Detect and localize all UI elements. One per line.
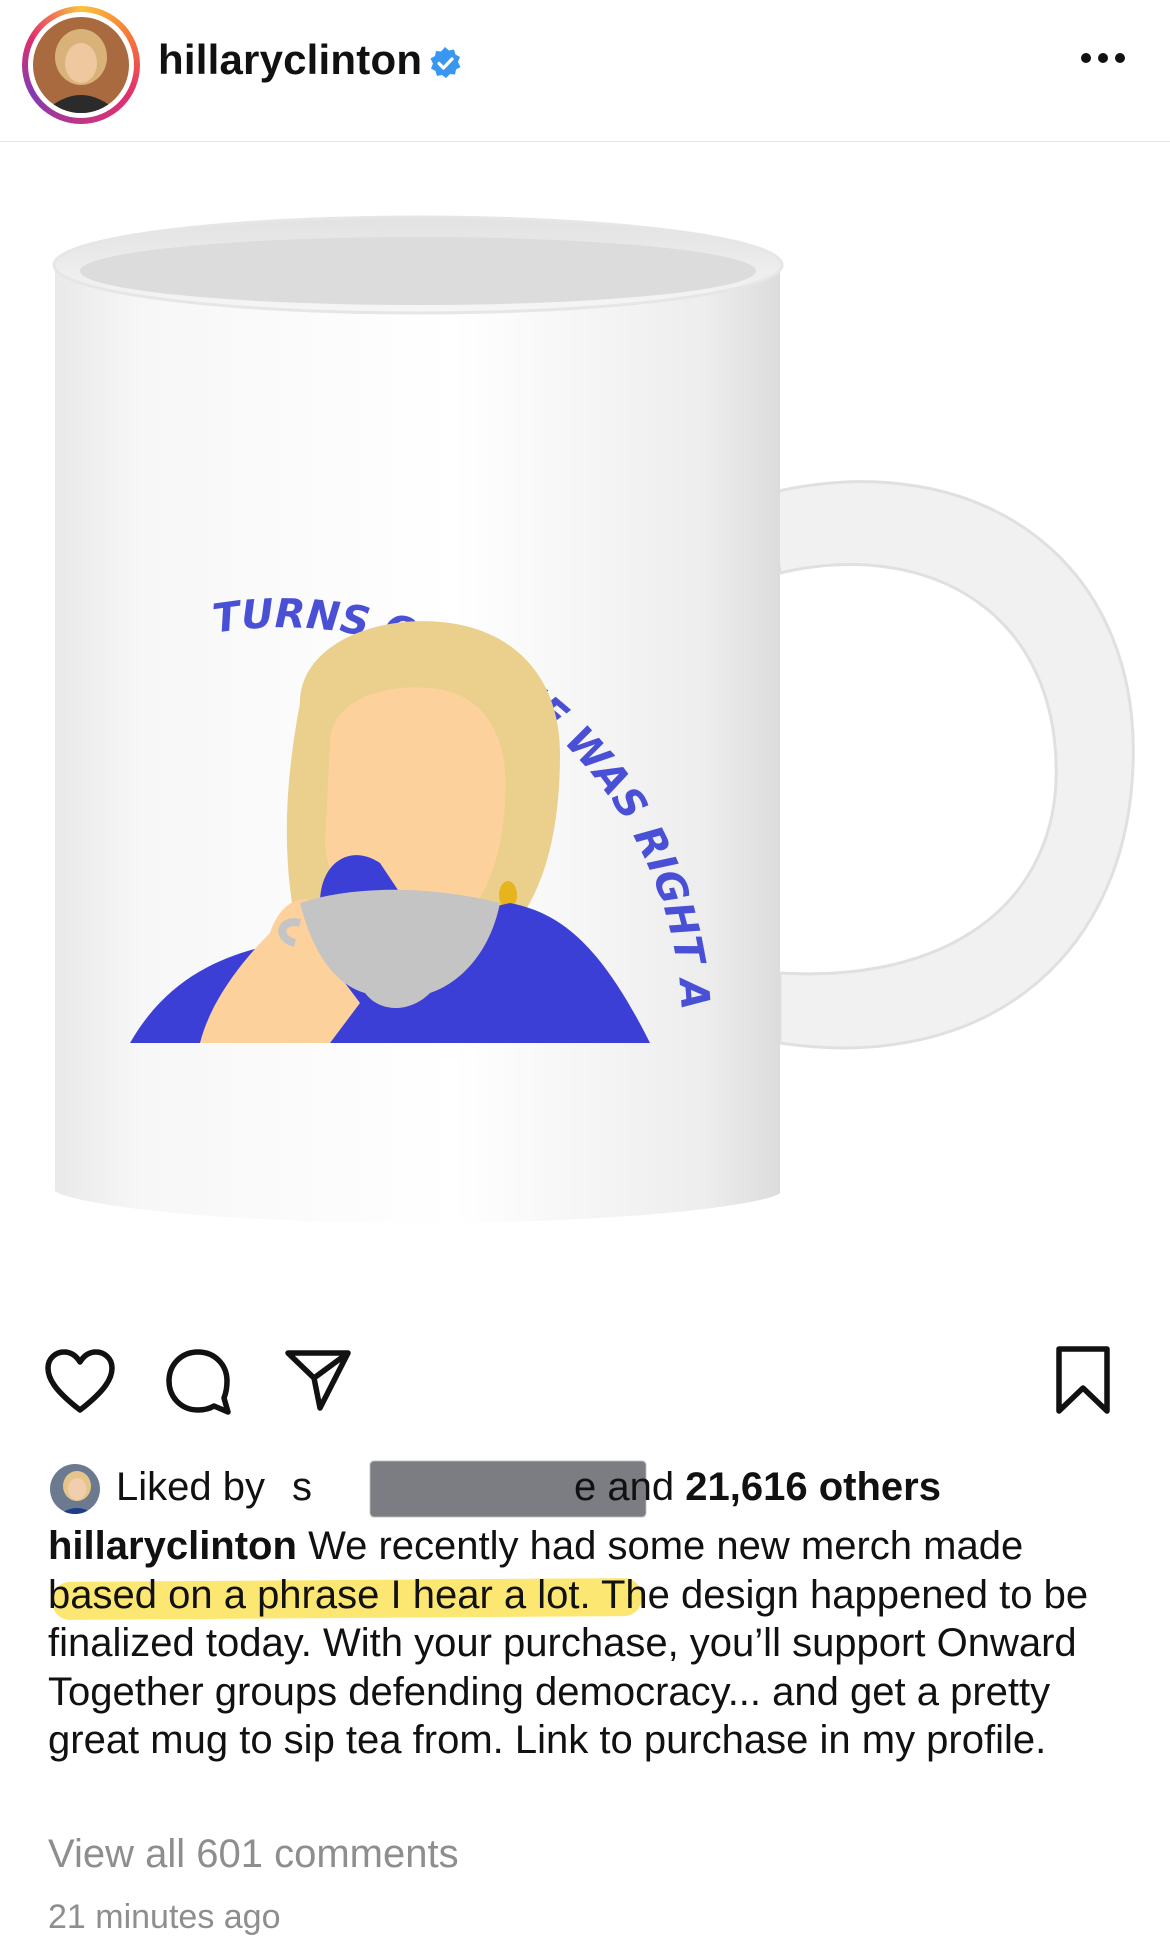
heart-icon[interactable]: [44, 1348, 116, 1414]
bookmark-icon[interactable]: [1054, 1344, 1112, 1416]
post-header: hillaryclinton: [0, 0, 1170, 142]
post-image[interactable]: TURNS OUT SHE WAS RIGHT ABOUT EVERYTHING: [0, 107, 1170, 1318]
post-actions: [0, 1340, 1170, 1420]
liker-name-start[interactable]: s: [292, 1465, 312, 1510]
send-icon[interactable]: [284, 1348, 352, 1412]
post-timestamp: 21 minutes ago: [48, 1898, 281, 1936]
caption-username[interactable]: hillaryclinton: [48, 1524, 297, 1568]
liked-by-label: Liked by: [116, 1465, 265, 1509]
view-all-comments-link[interactable]: View all 601 comments: [48, 1832, 459, 1877]
caption-text: We recently had some new merch made: [308, 1524, 1024, 1568]
verified-badge-icon: [430, 47, 461, 78]
profile-username[interactable]: hillaryclinton: [158, 36, 422, 84]
mug-illustration: TURNS OUT SHE WAS RIGHT ABOUT EVERYTHING: [0, 107, 1135, 1223]
comment-icon[interactable]: [164, 1348, 232, 1416]
likes-row: Liked by s e and 21,616 others: [48, 1461, 1148, 1518]
caption-highlighted-text: based on a phrase I hear a lot.: [48, 1572, 591, 1617]
likes-count[interactable]: e and 21,616 others: [574, 1465, 941, 1510]
liker-avatar[interactable]: [48, 1462, 102, 1516]
post-caption: hillaryclinton We recently had some new …: [48, 1522, 1138, 1765]
profile-avatar[interactable]: [33, 17, 129, 113]
profile-avatar-ring[interactable]: [22, 6, 140, 124]
more-options-icon[interactable]: [1078, 46, 1128, 70]
